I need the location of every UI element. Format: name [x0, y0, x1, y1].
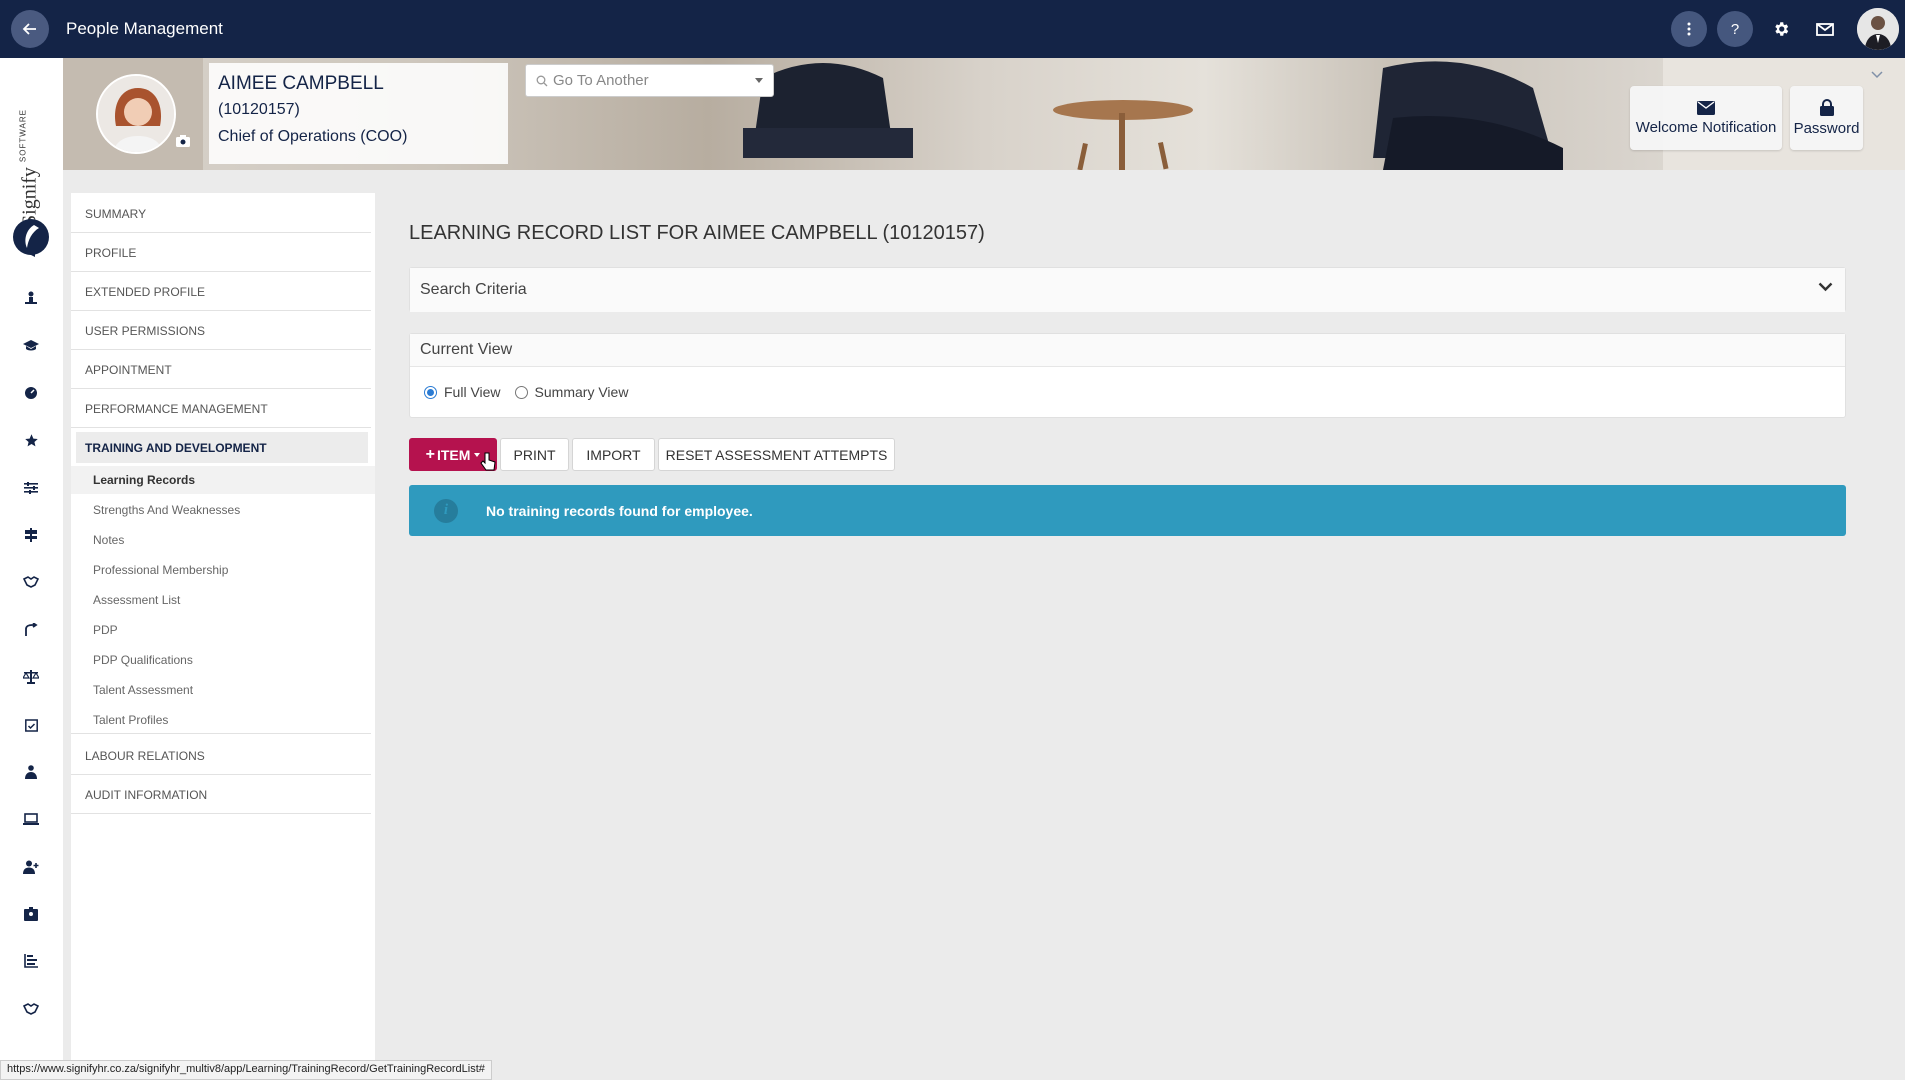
app-title: People Management [66, 19, 223, 38]
nav-extended-profile[interactable]: EXTENDED PROFILE [71, 273, 371, 311]
welcome-notification-label: Welcome Notification [1635, 118, 1777, 136]
gear-icon [1775, 22, 1789, 36]
mail-icon [1816, 23, 1834, 36]
caret-down-icon [755, 78, 763, 83]
help-icon: ? [1730, 20, 1740, 38]
settings-button[interactable] [1763, 11, 1799, 47]
nav-audit-information[interactable]: AUDIT INFORMATION [71, 776, 371, 814]
chevron-down-icon[interactable] [1818, 282, 1833, 292]
employee-name: AIMEE CAMPBELL [218, 73, 384, 94]
handshake-alt-icon[interactable] [20, 998, 42, 1020]
no-records-alert: i No training records found for employee… [409, 485, 1846, 536]
sub-nav-assessment-list[interactable]: Assessment List [71, 586, 375, 614]
search-criteria-panel[interactable]: Search Criteria [409, 267, 1846, 312]
graduation-cap-icon[interactable] [20, 335, 42, 357]
full-view-label: Full View [444, 384, 501, 400]
sliders-icon[interactable] [20, 477, 42, 499]
plus-icon: + [425, 445, 435, 463]
gauge-icon[interactable] [20, 382, 42, 404]
sub-nav-pdp-qualifications[interactable]: PDP Qualifications [71, 646, 375, 674]
pointer-cursor-icon [480, 452, 496, 471]
back-button[interactable] [11, 10, 49, 48]
profile-photo[interactable] [96, 74, 176, 154]
alert-message: No training records found for employee. [486, 502, 753, 519]
signpost-icon[interactable] [20, 524, 42, 546]
go-to-another-placeholder: Go To Another [553, 72, 649, 89]
nav-training-and-development[interactable]: TRAINING AND DEVELOPMENT [76, 432, 368, 463]
employee-position: Chief of Operations (COO) [218, 128, 408, 145]
user-tie-icon[interactable] [20, 761, 42, 783]
current-view-panel: Current View Full View Summary View [409, 333, 1846, 418]
summary-view-label: Summary View [534, 384, 629, 400]
top-bar: People Management ? [0, 0, 1905, 58]
arrow-left-icon [22, 23, 36, 35]
sub-nav-learning-records[interactable]: Learning Records [71, 466, 375, 494]
password-button[interactable]: Password [1790, 86, 1863, 150]
more-vertical-icon [1687, 22, 1691, 36]
collapse-chevron-icon[interactable] [1871, 66, 1883, 84]
messages-button[interactable] [1807, 11, 1843, 47]
bar-chart-icon[interactable] [20, 950, 42, 972]
nav-appointment[interactable]: APPOINTMENT [71, 351, 371, 389]
employee-info-card: AIMEE CAMPBELL (10120157) Chief of Opera… [209, 63, 508, 164]
reset-assessment-attempts-button[interactable]: RESET ASSESSMENT ATTEMPTS [658, 438, 895, 471]
sub-nav-talent-assessment[interactable]: Talent Assessment [71, 676, 375, 704]
search-icon [536, 75, 548, 86]
sub-nav-talent-profiles[interactable]: Talent Profiles [71, 706, 371, 734]
lock-icon [1819, 99, 1834, 116]
summary-view-radio[interactable] [514, 385, 528, 399]
print-button[interactable]: PRINT [500, 438, 569, 471]
envelope-icon [1697, 100, 1715, 115]
star-icon[interactable] [20, 429, 42, 451]
id-badge-icon[interactable] [20, 903, 42, 925]
welcome-notification-button[interactable]: Welcome Notification [1630, 86, 1782, 150]
nav-user-permissions[interactable]: USER PERMISSIONS [71, 312, 371, 350]
megaphone-icon[interactable] [20, 240, 42, 262]
laptop-icon[interactable] [20, 808, 42, 830]
help-button[interactable]: ? [1717, 11, 1753, 47]
user-plus-icon[interactable] [20, 856, 42, 878]
signify-logo: Signify SOFTWARE [12, 96, 52, 264]
route-icon[interactable] [20, 619, 42, 641]
nav-summary[interactable]: SUMMARY [71, 195, 371, 233]
icon-rail: Signify SOFTWARE [0, 58, 63, 1080]
nav-profile[interactable]: PROFILE [71, 234, 371, 272]
current-view-label: Current View [420, 341, 513, 358]
more-options-button[interactable] [1671, 11, 1707, 47]
camera-icon[interactable] [176, 134, 190, 152]
sub-nav-notes[interactable]: Notes [71, 526, 375, 554]
user-avatar[interactable] [1857, 8, 1899, 50]
calendar-check-icon[interactable] [20, 714, 42, 736]
person-chart-icon[interactable] [20, 287, 42, 309]
info-icon: i [434, 498, 458, 523]
import-button[interactable]: IMPORT [572, 438, 655, 471]
nav-performance-management[interactable]: PERFORMANCE MANAGEMENT [71, 390, 371, 428]
status-bar-url: https://www.signifyhr.co.za/signifyhr_mu… [0, 1060, 492, 1080]
full-view-radio[interactable] [424, 385, 437, 399]
sub-nav-strengths-and-weaknesses[interactable]: Strengths And Weaknesses [71, 496, 375, 524]
page-title: LEARNING RECORD LIST FOR AIMEE CAMPBELL … [409, 222, 985, 244]
search-criteria-label: Search Criteria [420, 281, 527, 298]
sub-nav-professional-membership[interactable]: Professional Membership [71, 556, 375, 584]
password-label: Password [1793, 120, 1860, 137]
add-item-label: ITEM [436, 446, 471, 463]
profile-side-nav: SUMMARY PROFILE EXTENDED PROFILE USER PE… [71, 193, 375, 1080]
go-to-another-select[interactable]: Go To Another [525, 64, 774, 97]
scales-icon[interactable] [20, 666, 42, 688]
nav-labour-relations[interactable]: LABOUR RELATIONS [71, 737, 371, 775]
employee-id: (10120157) [218, 101, 300, 118]
handshake-icon[interactable] [20, 571, 42, 593]
sub-nav-pdp[interactable]: PDP [71, 616, 375, 644]
